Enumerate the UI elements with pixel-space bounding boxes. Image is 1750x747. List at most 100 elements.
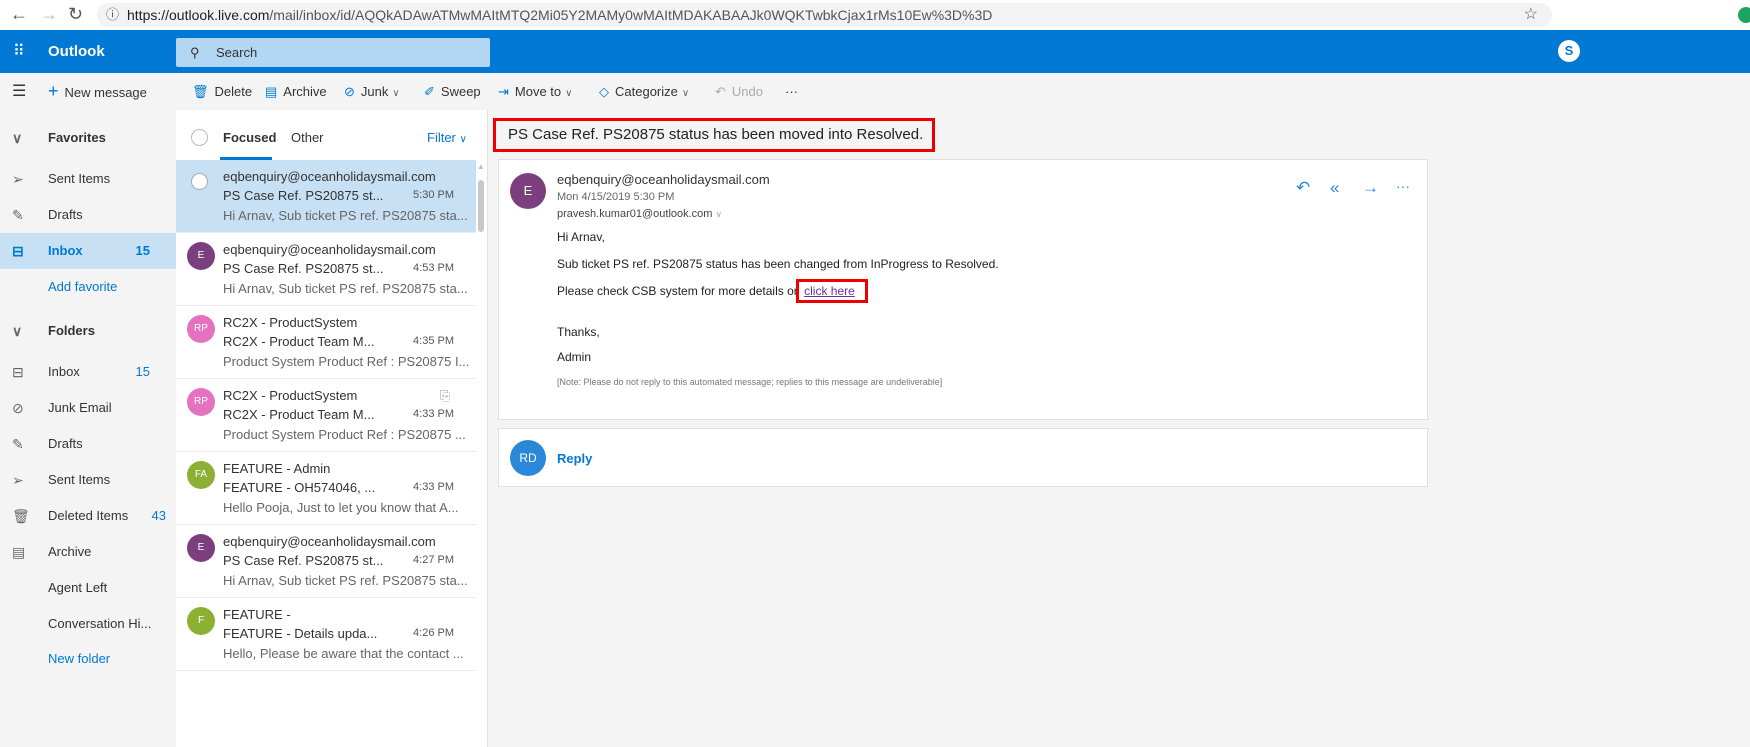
folder-agent-left[interactable]: Agent Left: [0, 570, 176, 606]
block-icon: ⊘: [12, 400, 24, 416]
recipient-row[interactable]: pravesh.kumar01@outlook.com ∨: [557, 208, 722, 220]
label: Sent Items: [48, 472, 111, 487]
label: Conversation Hi...: [48, 616, 152, 631]
message-list-item[interactable]: eqbenquiry@oceanholidaysmail.com PS Case…: [176, 160, 476, 233]
message-list-item[interactable]: Eeqbenquiry@oceanholidaysmail.com PS Cas…: [176, 233, 476, 306]
more-icon[interactable]: ···: [1396, 178, 1410, 194]
expand-chevron-icon: ∨: [715, 209, 723, 219]
forward-icon[interactable]: →: [40, 4, 58, 25]
send-icon: ➢: [12, 171, 24, 187]
inbox-icon: ⊟: [12, 364, 24, 380]
folder-conversation-history[interactable]: Conversation Hi...: [0, 606, 176, 642]
categorize-button[interactable]: ◇ Categorize ∨: [599, 73, 689, 110]
message-list-item[interactable]: F FEATURE - FEATURE - Details upda... 4:2…: [176, 598, 476, 671]
junk-button[interactable]: ⊘ Junk ∨: [344, 73, 400, 110]
chevron-down-icon: ∨: [12, 323, 23, 339]
skype-icon[interactable]: S: [1558, 40, 1580, 62]
folders-header[interactable]: ∨ Folders: [0, 313, 176, 349]
scrollbar-thumb[interactable]: [478, 180, 484, 232]
click-here-link[interactable]: click here: [796, 279, 868, 303]
plus-icon: +: [48, 81, 59, 101]
archive-button[interactable]: ▤ Archive: [265, 73, 327, 110]
chevron-down-icon: ∨: [12, 130, 23, 146]
folder-inbox[interactable]: ⊟ Inbox 15: [0, 354, 176, 390]
message-list-item[interactable]: RP ⎘ RC2X - ProductSystem RC2X - Product T…: [176, 379, 476, 452]
back-icon[interactable]: ←: [10, 4, 28, 25]
preview: Hello Pooja, Just to let you know that A…: [223, 500, 459, 515]
scroll-up-icon[interactable]: ▲: [477, 162, 485, 171]
message-list-item[interactable]: FA FEATURE - Admin FEATURE - OH574046, ..…: [176, 452, 476, 525]
preview: Hello, Please be aware that the contact …: [223, 646, 464, 661]
body-text: Please check CSB system for more details…: [557, 284, 798, 298]
sweep-button[interactable]: ✐ Sweep: [424, 73, 481, 110]
more-actions-button[interactable]: ···: [785, 73, 798, 110]
delete-button[interactable]: 🗑 Delete: [192, 73, 252, 110]
sweep-label: Sweep: [440, 84, 481, 99]
folder-junk[interactable]: ⊘ Junk Email: [0, 390, 176, 426]
profile-icon[interactable]: [1738, 7, 1750, 23]
chevron-down-icon: ∨: [459, 134, 467, 145]
folder-sent[interactable]: ➢ Sent Items: [0, 462, 176, 498]
tab-other[interactable]: Other: [291, 130, 324, 145]
subject: PS Case Ref. PS20875 st...: [223, 188, 384, 203]
pencil-icon: ✎: [12, 207, 24, 223]
sender-avatar: E: [187, 534, 215, 562]
move-to-button[interactable]: ⇥ Move to ∨: [498, 73, 572, 110]
app-name[interactable]: Outlook: [48, 43, 105, 60]
attachment-icon: ⎘: [440, 388, 451, 403]
new-folder-link[interactable]: New folder: [0, 641, 176, 677]
undo-icon: ↶: [715, 84, 726, 99]
label: Archive: [48, 544, 92, 559]
favorites-header[interactable]: ∨ Favorites: [0, 120, 176, 156]
subject: PS Case Ref. PS20875 st...: [223, 553, 384, 568]
app-launcher-icon[interactable]: ⠿: [13, 41, 25, 61]
outlook-header: ⠿ Outlook ⚲ Search S: [0, 30, 1750, 73]
reload-icon[interactable]: ↻: [68, 4, 83, 25]
fav-inbox[interactable]: ⊟ Inbox 15: [0, 233, 176, 269]
select-checkbox[interactable]: [191, 173, 208, 190]
sender-address[interactable]: eqbenquiry@oceanholidaysmail.com: [557, 172, 770, 187]
preview: Product System Product Ref : PS20875 I..…: [223, 354, 470, 369]
reply-box[interactable]: RD Reply: [498, 428, 1428, 487]
filter-label: Filter: [427, 130, 456, 145]
message-date: Mon 4/15/2019 5:30 PM: [557, 191, 675, 203]
folder-deleted[interactable]: 🗑 Deleted Items 43: [0, 498, 176, 534]
message-list-item[interactable]: Eeqbenquiry@oceanholidaysmail.com PS Cas…: [176, 525, 476, 598]
reply-icon[interactable]: ↶: [1296, 178, 1310, 198]
undo-button[interactable]: ↶ Undo: [715, 73, 763, 110]
menu-icon[interactable]: ☰: [12, 73, 26, 110]
sender-avatar[interactable]: E: [510, 173, 546, 209]
select-all-checkbox[interactable]: [191, 129, 208, 146]
body-line: Please check CSB system for more details…: [557, 279, 868, 303]
body-signature: Admin: [557, 350, 592, 364]
time: 4:26 PM: [413, 627, 454, 639]
sender: eqbenquiry@oceanholidaysmail.com: [223, 169, 436, 184]
fav-drafts[interactable]: ✎ Drafts: [0, 197, 176, 233]
filter-button[interactable]: Filter ∨: [427, 130, 467, 145]
fav-sent-items[interactable]: ➢ Sent Items: [0, 161, 176, 197]
label: Inbox: [48, 243, 83, 258]
reply-all-icon[interactable]: «: [1330, 178, 1339, 198]
add-favorite-link[interactable]: Add favorite: [0, 269, 176, 305]
sweep-icon: ✐: [424, 84, 435, 99]
search-input[interactable]: ⚲ Search: [176, 38, 490, 67]
browser-bar: ← → ↻ ⓘ https://outlook.live.com/mail/inb…: [0, 0, 1750, 30]
reply-button[interactable]: Reply: [557, 451, 592, 466]
trash-icon: 🗑: [12, 508, 30, 524]
message-list-item[interactable]: RP RC2X - ProductSystem RC2X - Product Te…: [176, 306, 476, 379]
preview: Hi Arnav, Sub ticket PS ref. PS20875 sta…: [223, 573, 468, 588]
forward-icon[interactable]: →: [1362, 178, 1379, 198]
folder-drafts[interactable]: ✎ Drafts: [0, 426, 176, 462]
trash-icon: 🗑: [192, 84, 209, 99]
tab-focused[interactable]: Focused: [223, 130, 276, 145]
address-bar[interactable]: ⓘ https://outlook.live.com/mail/inbox/id/…: [97, 3, 1552, 27]
message-list: Focused Other Filter ∨ eqbenquiry@oceanh…: [176, 110, 488, 747]
folder-archive[interactable]: ▤ Archive: [0, 534, 176, 570]
preview: Product System Product Ref : PS20875 ...: [223, 427, 466, 442]
label: Junk Email: [48, 400, 112, 415]
star-icon[interactable]: ☆: [1524, 3, 1538, 27]
new-message-button[interactable]: + New message: [48, 73, 147, 110]
toolbar: ☰ + New message 🗑 Delete ▤ Archive ⊘ Junk ∨ ✐…: [0, 73, 1750, 110]
label: Drafts: [48, 436, 83, 451]
chevron-down-icon: ∨: [565, 88, 573, 99]
